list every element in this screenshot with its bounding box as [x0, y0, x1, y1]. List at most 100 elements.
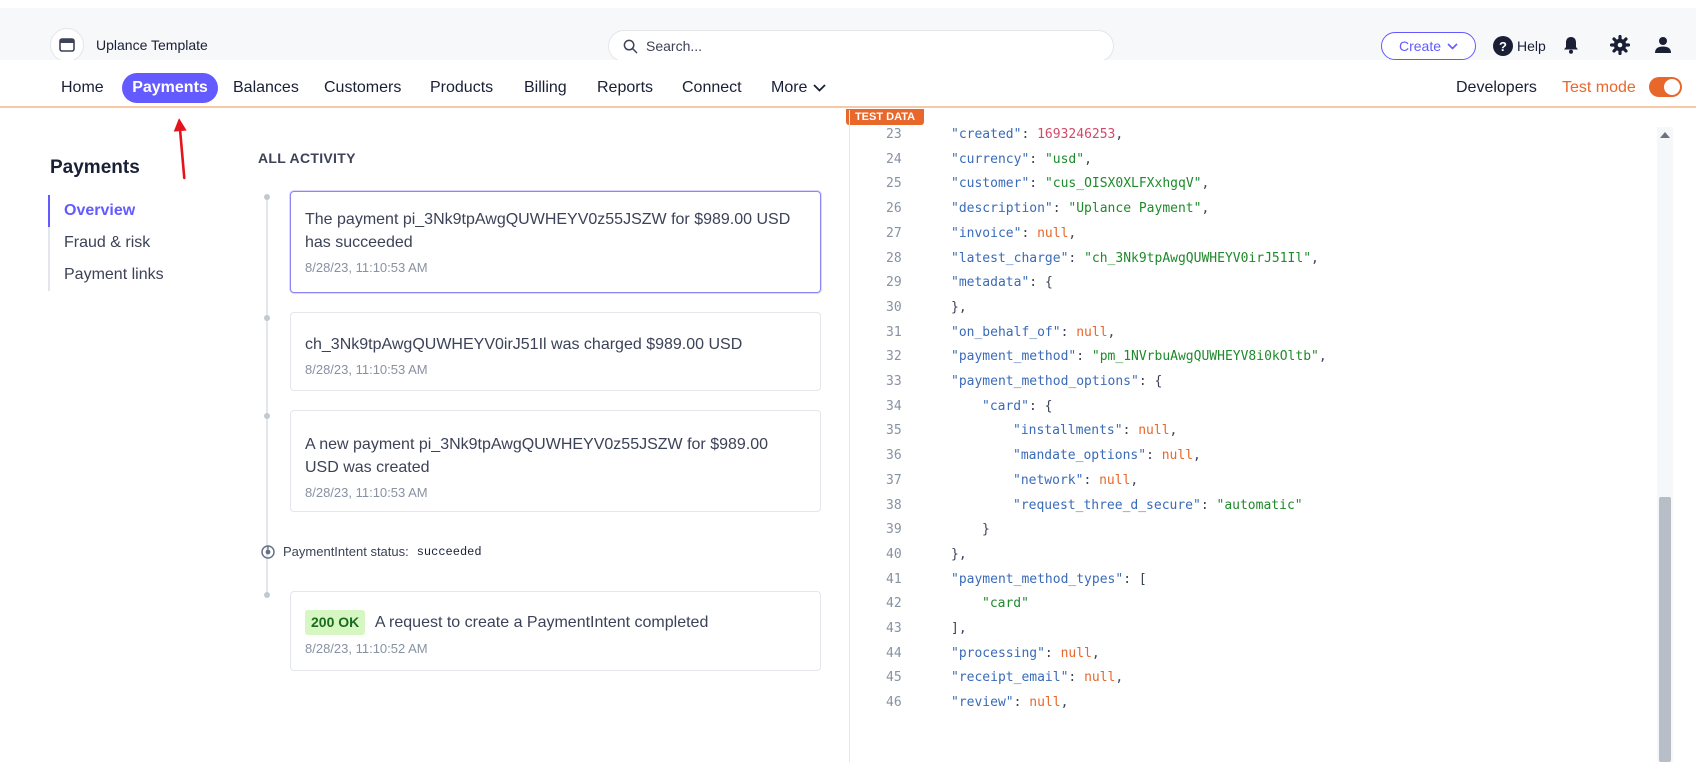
code-line: 27 "invoice": null,: [850, 226, 1630, 253]
line-number: 25: [886, 176, 902, 192]
line-number: 27: [886, 225, 902, 241]
code-line: 30},: [850, 300, 1630, 327]
line-number: 40: [886, 546, 902, 562]
code-text: "currency": "usd",: [951, 151, 1092, 167]
nav-reports[interactable]: Reports: [597, 79, 653, 97]
code-line: 37 "network": null,: [850, 473, 1630, 500]
code-line: 28 "latest_charge": "ch_3Nk9tpAwgQUWHEYV0…: [850, 251, 1630, 278]
nav-home[interactable]: Home: [61, 79, 104, 97]
line-number: 24: [886, 151, 902, 167]
line-number: 38: [886, 497, 902, 513]
code-text: }: [982, 522, 990, 538]
line-number: 39: [886, 522, 902, 538]
nav-more-label: More: [771, 79, 808, 96]
bell-icon[interactable]: [1560, 34, 1582, 56]
test-data-badge: TEST DATA: [846, 109, 924, 125]
nav-customers[interactable]: Customers: [324, 79, 401, 97]
event-time: 8/28/23, 11:10:53 AM: [305, 485, 428, 500]
nav-balances[interactable]: Balances: [233, 79, 299, 97]
sidebar-item-overview[interactable]: Overview: [48, 195, 164, 227]
activity-request-event[interactable]: 200 OK A request to create a PaymentInte…: [290, 591, 821, 671]
activity-event-created[interactable]: A new payment pi_3Nk9tpAwgQUWHEYV0z55JSZ…: [290, 410, 821, 512]
event-time: 8/28/23, 11:10:53 AM: [305, 260, 428, 275]
gear-icon[interactable]: [1609, 34, 1631, 56]
code-line: 35 "installments": null,: [850, 423, 1630, 450]
code-line: 23 "created": 1693246253,: [850, 127, 1630, 154]
code-text: },: [951, 299, 967, 315]
timeline-dot: [264, 194, 270, 200]
search-icon: [623, 39, 638, 53]
code-line: 42 "card": [850, 596, 1630, 623]
sidebar-title: Payments: [50, 157, 140, 178]
line-number: 41: [886, 571, 902, 587]
activity-event-succeeded[interactable]: The payment pi_3Nk9tpAwgQUWHEYV0z55JSZW …: [290, 191, 821, 293]
line-number: 45: [886, 670, 902, 686]
event-text: ch_3Nk9tpAwgQUWHEYV0irJ51Il was charged …: [305, 336, 743, 353]
code-text: "metadata": {: [951, 275, 1053, 291]
code-line: 36 "mandate_options": null,: [850, 448, 1630, 475]
code-text: "payment_method_options": {: [951, 374, 1163, 389]
event-time: 8/28/23, 11:10:53 AM: [305, 362, 428, 377]
line-number: 32: [886, 349, 902, 365]
code-text: "receipt_email": null,: [951, 670, 1124, 686]
code-text: "mandate_options": null,: [1013, 448, 1201, 464]
code-line: 38 "request_three_d_secure": "automatic": [850, 498, 1630, 525]
sidebar-item-fraud-risk[interactable]: Fraud & risk: [50, 227, 164, 259]
create-button[interactable]: Create: [1381, 32, 1476, 60]
search-input[interactable]: [646, 38, 1086, 54]
code-text: "processing": null,: [951, 645, 1100, 661]
workspace-name: Uplance Template: [96, 37, 208, 53]
code-line: 45 "receipt_email": null,: [850, 670, 1630, 697]
line-number: 30: [886, 299, 902, 315]
code-text: "review": null,: [951, 695, 1069, 711]
developers-link[interactable]: Developers: [1456, 79, 1537, 97]
workspace-switcher[interactable]: Uplance Template: [50, 28, 208, 62]
timeline-dot: [264, 413, 270, 419]
user-icon[interactable]: [1652, 34, 1674, 56]
line-number: 37: [886, 472, 902, 488]
line-number: 44: [886, 645, 902, 661]
search-bar[interactable]: [608, 30, 1114, 62]
json-viewer[interactable]: 23 "created": 1693246253, 24 "currency": "u…: [850, 127, 1650, 762]
activity-heading: ALL ACTIVITY: [258, 150, 356, 166]
top-bar: Uplance Template Create ? Help: [0, 0, 1696, 62]
code-text: ],: [951, 621, 967, 636]
line-number: 26: [886, 201, 902, 217]
code-line: 39}: [850, 522, 1630, 549]
timeline-dot: [264, 315, 270, 321]
nav-connect[interactable]: Connect: [682, 79, 742, 97]
store-icon: [50, 28, 84, 62]
line-number: 43: [886, 621, 902, 636]
code-line: 40},: [850, 547, 1630, 574]
nav-products[interactable]: Products: [430, 79, 493, 97]
code-text: "invoice": null,: [951, 225, 1077, 241]
nav-billing[interactable]: Billing: [524, 79, 567, 97]
scrollbar-thumb[interactable]: [1659, 497, 1671, 762]
code-line: 41 "payment_method_types": [: [850, 572, 1630, 599]
line-number: 29: [886, 275, 902, 291]
code-line: 33 "payment_method_options": {: [850, 374, 1630, 401]
line-number: 23: [886, 127, 902, 142]
event-time: 8/28/23, 11:10:52 AM: [305, 641, 428, 656]
code-text: "network": null,: [1013, 472, 1139, 488]
code-line: 44 "processing": null,: [850, 646, 1630, 673]
code-text: "card": {: [982, 398, 1053, 414]
status-icon: [261, 544, 275, 559]
status-label: PaymentIntent status:: [283, 544, 409, 559]
timeline-dot: [264, 592, 270, 598]
code-line: 25 "customer": "cus_OISX0XLFXxhgqV",: [850, 176, 1630, 203]
chevron-down-icon: [813, 84, 827, 92]
nav-more[interactable]: More: [771, 79, 827, 97]
activity-event-charged[interactable]: ch_3Nk9tpAwgQUWHEYV0irJ51Il was charged …: [290, 312, 821, 391]
test-mode-label: Test mode: [1562, 79, 1636, 96]
sidebar-item-payment-links[interactable]: Payment links: [50, 259, 164, 291]
nav-payments[interactable]: Payments: [122, 73, 218, 103]
scroll-up-arrow-icon[interactable]: [1660, 132, 1670, 138]
code-text: "on_behalf_of": null,: [951, 324, 1116, 340]
line-number: 46: [886, 695, 902, 711]
help-button[interactable]: ? Help: [1493, 36, 1546, 56]
event-text: A request to create a PaymentIntent comp…: [374, 614, 709, 631]
test-mode-toggle[interactable]: [1649, 77, 1682, 97]
line-number: 34: [886, 398, 902, 414]
code-text: "request_three_d_secure": "automatic": [1013, 497, 1303, 513]
